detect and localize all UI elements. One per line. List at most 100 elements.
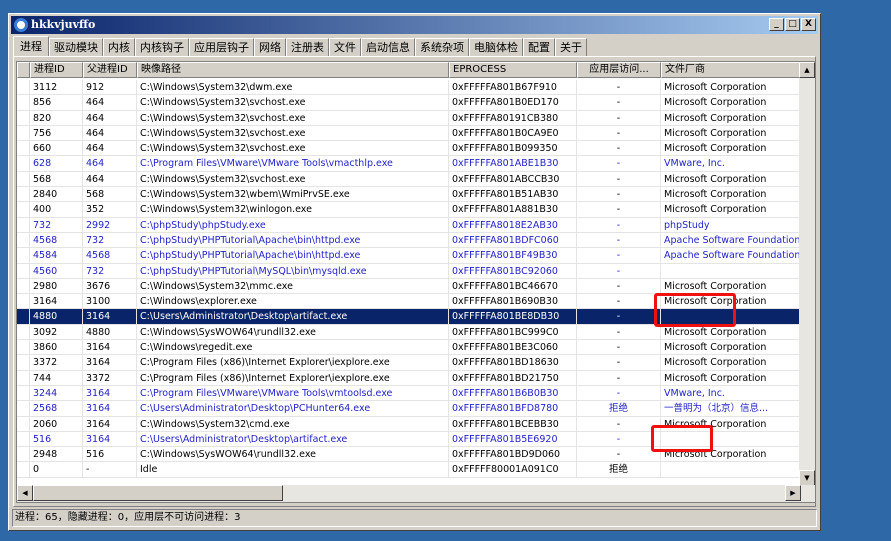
column-header-0[interactable] bbox=[17, 62, 30, 78]
tab-12[interactable]: 关于 bbox=[555, 38, 587, 56]
cell-ppid: - bbox=[83, 462, 137, 477]
table-row[interactable]: 744 3372 C:\Program Files (x86)\Internet E… bbox=[17, 370, 801, 386]
cell-pid: 4880 bbox=[30, 309, 83, 324]
app-icon bbox=[14, 18, 28, 32]
tab-4[interactable]: 应用层钩子 bbox=[189, 38, 254, 56]
cell-access: - bbox=[577, 202, 661, 217]
scroll-left-icon[interactable]: ◀ bbox=[17, 485, 33, 501]
scroll-right-icon[interactable]: ▶ bbox=[785, 485, 801, 501]
cell-ppid: 4568 bbox=[83, 248, 137, 263]
vertical-scrollbar[interactable]: ▲ ▼ bbox=[799, 62, 815, 486]
cell-eprocess: 0xFFFFFA801BCEBB30 bbox=[449, 416, 577, 431]
cell-pid: 568 bbox=[30, 171, 83, 187]
table-row[interactable]: 2840 568 C:\Windows\System32\wbem\WmiPrvSE… bbox=[17, 187, 801, 203]
table-row[interactable]: 732 2992 C:\phpStudy\phpStudy.exe 0xFFFFFA8… bbox=[17, 217, 801, 233]
table-row[interactable]: 2980 3676 C:\Windows\System32\mmc.exe 0xFFF… bbox=[17, 278, 801, 295]
cell-access: - bbox=[577, 278, 661, 294]
cell-eprocess: 0xFFFFFA801BC999C0 bbox=[449, 324, 577, 340]
table-row[interactable]: 3860 3164 C:\Windows\regedit.exe 0xFFFFFA80… bbox=[17, 340, 801, 356]
tab-1[interactable]: 驱动模块 bbox=[49, 38, 103, 56]
tab-2[interactable]: 内核 bbox=[103, 38, 135, 56]
cell-pid: 744 bbox=[30, 370, 83, 385]
cell-vendor bbox=[661, 263, 801, 278]
table-row[interactable]: 3112 912 C:\Windows\System32\dwm.exe 0xFFFF… bbox=[17, 80, 801, 96]
cell-vendor: Microsoft Corporation bbox=[661, 80, 801, 95]
close-button[interactable]: X bbox=[801, 18, 816, 31]
cell-access: - bbox=[577, 370, 661, 385]
cell-access: - bbox=[577, 431, 661, 447]
column-header-2[interactable]: 父进程ID bbox=[83, 62, 137, 78]
cell-ppid: 912 bbox=[83, 80, 137, 95]
cell-vendor: Microsoft Corporation bbox=[661, 202, 801, 217]
row-gutter bbox=[17, 294, 30, 309]
column-header-3[interactable]: 映像路径 bbox=[137, 62, 449, 78]
cell-ppid: 464 bbox=[83, 171, 137, 187]
table-row[interactable]: 856 464 C:\Windows\System32\svchost.exe 0xF… bbox=[17, 95, 801, 111]
horizontal-scrollbar[interactable]: ◀ ▶ bbox=[17, 485, 815, 502]
minimize-button[interactable]: _ bbox=[769, 18, 784, 31]
cell-path: C:\Windows\explorer.exe bbox=[137, 294, 449, 309]
cell-path: C:\Windows\System32\svchost.exe bbox=[137, 95, 449, 110]
table-row[interactable]: 4568 732 C:\phpStudy\PHPTutorial\Apache\bi… bbox=[17, 232, 801, 249]
cell-vendor: VMware, Inc. bbox=[661, 385, 801, 401]
table-row[interactable]: 3244 3164 C:\Program Files\VMware\VMware T… bbox=[17, 385, 801, 402]
cell-vendor: Microsoft Corporation bbox=[661, 278, 801, 294]
tab-11[interactable]: 配置 bbox=[523, 38, 555, 56]
cell-eprocess: 0xFFFFFA801BF49B30 bbox=[449, 248, 577, 263]
list-header: 进程ID 父进程ID 映像路径 EPROCESS 应用层访问... 文件厂商 bbox=[17, 62, 801, 78]
table-row[interactable]: 3092 4880 C:\Windows\SysWOW64\rundll32.exe… bbox=[17, 324, 801, 341]
tab-10[interactable]: 电脑体检 bbox=[469, 38, 523, 56]
cell-path: C:\Windows\System32\dwm.exe bbox=[137, 80, 449, 95]
cell-pid: 3164 bbox=[30, 294, 83, 309]
row-gutter bbox=[17, 95, 30, 110]
maximize-button[interactable]: □ bbox=[785, 18, 800, 31]
tab-0[interactable]: 进程 bbox=[13, 36, 49, 57]
cell-path: C:\phpStudy\PHPTutorial\MySQL\bin\mysqld… bbox=[137, 263, 449, 278]
cell-ppid: 3164 bbox=[83, 309, 137, 324]
tab-7[interactable]: 文件 bbox=[329, 38, 361, 56]
cell-ppid: 3164 bbox=[83, 401, 137, 416]
table-row[interactable]: 756 464 C:\Windows\System32\svchost.exe 0xF… bbox=[17, 125, 801, 142]
cell-vendor: 一普明为（北京）信息... bbox=[661, 401, 801, 416]
cell-pid: 660 bbox=[30, 141, 83, 156]
column-header-6[interactable]: 文件厂商 bbox=[661, 62, 801, 78]
table-row[interactable]: 628 464 C:\Program Files\VMware\VMware Too… bbox=[17, 156, 801, 172]
table-row[interactable]: 3372 3164 C:\Program Files (x86)\Internet … bbox=[17, 355, 801, 371]
column-header-1[interactable]: 进程ID bbox=[30, 62, 83, 78]
table-row[interactable]: 820 464 C:\Windows\System32\svchost.exe 0xF… bbox=[17, 110, 801, 126]
row-gutter bbox=[17, 125, 30, 141]
title-bar[interactable]: hkkvjuvffo _ □ X bbox=[11, 16, 818, 34]
tab-5[interactable]: 网络 bbox=[254, 38, 286, 56]
tab-9[interactable]: 系统杂项 bbox=[415, 38, 469, 56]
table-row[interactable]: 568 464 C:\Windows\System32\svchost.exe 0xF… bbox=[17, 171, 801, 188]
table-row[interactable]: 660 464 C:\Windows\System32\svchost.exe 0xF… bbox=[17, 141, 801, 157]
cell-vendor: phpStudy bbox=[661, 217, 801, 232]
column-header-5[interactable]: 应用层访问... bbox=[577, 62, 661, 78]
cell-vendor: Microsoft Corporation bbox=[661, 355, 801, 370]
cell-ppid: 3164 bbox=[83, 340, 137, 355]
cell-eprocess: 0xFFFFFA801BFD8780 bbox=[449, 401, 577, 416]
highlight-box bbox=[654, 293, 736, 327]
tab-8[interactable]: 启动信息 bbox=[361, 38, 415, 56]
row-gutter bbox=[17, 141, 30, 156]
cell-path: C:\phpStudy\phpStudy.exe bbox=[137, 217, 449, 232]
table-row[interactable]: 4560 732 C:\phpStudy\PHPTutorial\MySQL\bin… bbox=[17, 263, 801, 279]
cell-path: C:\Windows\System32\svchost.exe bbox=[137, 110, 449, 125]
tab-3[interactable]: 内核钩子 bbox=[135, 38, 189, 56]
cell-eprocess: 0xFFFFFA801BD18630 bbox=[449, 355, 577, 370]
tab-6[interactable]: 注册表 bbox=[286, 38, 329, 56]
horizontal-scroll-thumb[interactable] bbox=[33, 485, 283, 501]
row-gutter bbox=[17, 385, 30, 401]
table-row[interactable]: 400 352 C:\Windows\System32\winlogon.exe 0x… bbox=[17, 202, 801, 218]
table-row[interactable]: 2568 3164 C:\Users\Administrator\Desktop\P… bbox=[17, 401, 801, 417]
cell-access: - bbox=[577, 385, 661, 401]
scroll-up-icon[interactable]: ▲ bbox=[799, 62, 815, 78]
table-row[interactable]: 0- Idle 0xFFFFF80001A091C0 拒绝 bbox=[17, 462, 801, 478]
cell-eprocess: 0xFFFFFA801B5E6920 bbox=[449, 431, 577, 447]
scroll-down-icon[interactable]: ▼ bbox=[799, 470, 815, 486]
table-row[interactable]: 4584 4568 C:\phpStudy\PHPTutorial\Apache\b… bbox=[17, 248, 801, 264]
column-header-4[interactable]: EPROCESS bbox=[449, 62, 577, 78]
cell-ppid: 3100 bbox=[83, 294, 137, 309]
cell-pid: 2060 bbox=[30, 416, 83, 431]
cell-access: - bbox=[577, 447, 661, 462]
